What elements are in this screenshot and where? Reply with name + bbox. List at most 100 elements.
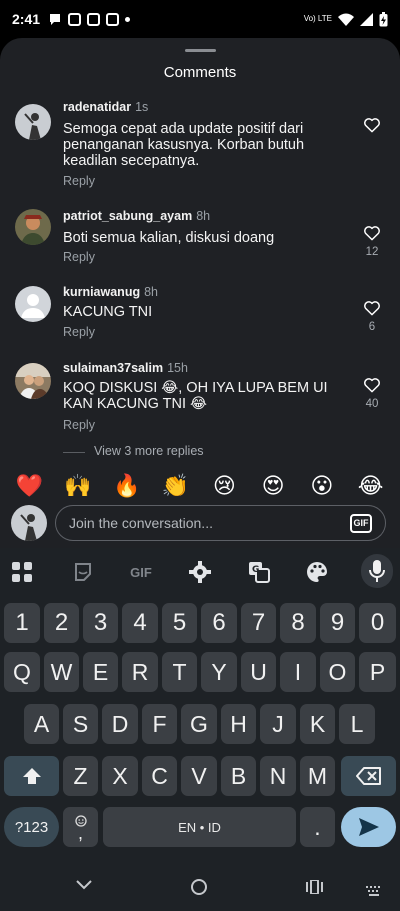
- key-2[interactable]: 2: [44, 603, 79, 643]
- reply-button[interactable]: Reply: [63, 250, 95, 264]
- settings-gear-icon[interactable]: [188, 560, 212, 584]
- like-button[interactable]: [362, 116, 382, 133]
- key-e[interactable]: E: [83, 652, 118, 692]
- key-f[interactable]: F: [142, 704, 177, 744]
- microphone-button[interactable]: [361, 554, 393, 588]
- navigation-bar: [0, 853, 400, 911]
- key-d[interactable]: D: [102, 704, 138, 744]
- comment-input[interactable]: Join the conversation... GIF: [55, 505, 386, 541]
- reply-button[interactable]: Reply: [63, 174, 95, 188]
- key-m[interactable]: M: [300, 756, 335, 796]
- avatar[interactable]: [15, 209, 51, 245]
- key-b[interactable]: B: [221, 756, 256, 796]
- emoji-comma-key[interactable]: ,: [63, 807, 98, 847]
- key-l[interactable]: L: [339, 704, 375, 744]
- symbols-key[interactable]: ?123: [4, 807, 59, 847]
- chevron-down-icon: [76, 880, 92, 890]
- gif-button[interactable]: GIF: [350, 514, 372, 533]
- key-0[interactable]: 0: [359, 603, 396, 643]
- avatar[interactable]: [15, 363, 51, 399]
- key-v[interactable]: V: [181, 756, 217, 796]
- apps-grid-icon[interactable]: [10, 560, 34, 584]
- username-text[interactable]: kurniawanug: [63, 285, 140, 299]
- reply-button[interactable]: Reply: [63, 418, 95, 432]
- reaction-wow[interactable]: 😮: [307, 473, 337, 499]
- key-g[interactable]: G: [181, 704, 217, 744]
- key-k[interactable]: K: [300, 704, 335, 744]
- heart-icon: [364, 378, 380, 393]
- key-c[interactable]: C: [142, 756, 177, 796]
- sticker-icon[interactable]: [71, 560, 95, 584]
- gif-toolbar-button[interactable]: GIF: [124, 560, 158, 584]
- drag-handle[interactable]: [185, 49, 216, 52]
- like-button[interactable]: 12: [362, 224, 382, 258]
- username-text[interactable]: patriot_sabung_ayam: [63, 209, 192, 223]
- key-r[interactable]: R: [122, 652, 158, 692]
- reaction-laugh[interactable]: 😂: [356, 473, 386, 499]
- shift-key[interactable]: [4, 756, 59, 796]
- key-t[interactable]: T: [162, 652, 197, 692]
- like-count: 40: [365, 398, 379, 410]
- comment-text: KOQ DISKUSI 😂, OH IYA LUPA BEM UI KAN KA…: [63, 380, 328, 412]
- key-z[interactable]: Z: [63, 756, 98, 796]
- comment-username[interactable]: sulaiman37salim 15h: [63, 361, 188, 375]
- username-text[interactable]: sulaiman37salim: [63, 361, 163, 375]
- send-icon: [358, 818, 379, 836]
- key-j[interactable]: J: [260, 704, 296, 744]
- reaction-heart-eyes[interactable]: 😍: [258, 473, 288, 499]
- keyboard-switch-icon[interactable]: [366, 883, 382, 901]
- backspace-key[interactable]: [341, 756, 396, 796]
- space-key[interactable]: EN • ID: [103, 807, 296, 847]
- key-9[interactable]: 9: [320, 603, 355, 643]
- palette-icon[interactable]: [305, 560, 329, 584]
- key-p[interactable]: P: [359, 652, 396, 692]
- nav-home-button[interactable]: [191, 879, 207, 900]
- like-count: 6: [368, 321, 376, 333]
- key-s[interactable]: S: [63, 704, 98, 744]
- key-8[interactable]: 8: [280, 603, 316, 643]
- like-count: 12: [365, 246, 379, 258]
- reaction-raised-hands[interactable]: 🙌: [63, 473, 93, 499]
- key-x[interactable]: X: [102, 756, 138, 796]
- nav-recents-button[interactable]: [306, 879, 323, 899]
- avatar[interactable]: [15, 104, 51, 140]
- comment-username[interactable]: kurniawanug 8h: [63, 285, 158, 299]
- key-y[interactable]: Y: [201, 652, 237, 692]
- reaction-heart[interactable]: ❤️: [14, 473, 44, 499]
- like-button[interactable]: 6: [362, 299, 382, 333]
- username-text[interactable]: radenatidar: [63, 100, 131, 114]
- reaction-fire[interactable]: 🔥: [112, 473, 142, 499]
- nav-back-button[interactable]: [76, 877, 92, 895]
- key-i[interactable]: I: [280, 652, 316, 692]
- reaction-clap[interactable]: 👏: [161, 473, 191, 499]
- key-7[interactable]: 7: [241, 603, 276, 643]
- status-time: 2:41: [12, 11, 41, 27]
- reply-button[interactable]: Reply: [63, 325, 95, 339]
- key-5[interactable]: 5: [162, 603, 197, 643]
- key-a[interactable]: A: [24, 704, 59, 744]
- replies-divider: [63, 452, 85, 453]
- wifi-icon: [338, 13, 354, 26]
- like-button[interactable]: 40: [362, 376, 382, 410]
- key-6[interactable]: 6: [201, 603, 237, 643]
- heart-icon: [364, 118, 380, 133]
- key-4[interactable]: 4: [122, 603, 158, 643]
- comment-username[interactable]: radenatidar 1s: [63, 100, 148, 114]
- key-n[interactable]: N: [260, 756, 296, 796]
- key-q[interactable]: Q: [4, 652, 40, 692]
- comment-username[interactable]: patriot_sabung_ayam 8h: [63, 209, 210, 223]
- key-3[interactable]: 3: [83, 603, 118, 643]
- key-o[interactable]: O: [320, 652, 355, 692]
- key-1[interactable]: 1: [4, 603, 40, 643]
- view-more-replies-button[interactable]: View 3 more replies: [94, 444, 204, 458]
- key-u[interactable]: U: [241, 652, 276, 692]
- translate-icon[interactable]: G: [247, 560, 271, 584]
- key-h[interactable]: H: [221, 704, 256, 744]
- send-key[interactable]: [341, 807, 396, 847]
- avatar[interactable]: [15, 286, 51, 322]
- key-w[interactable]: W: [44, 652, 79, 692]
- reaction-cry[interactable]: 😢: [209, 473, 239, 499]
- instagram-icon: [87, 12, 101, 26]
- comment-time: 8h: [196, 209, 211, 223]
- period-key[interactable]: .: [300, 807, 335, 847]
